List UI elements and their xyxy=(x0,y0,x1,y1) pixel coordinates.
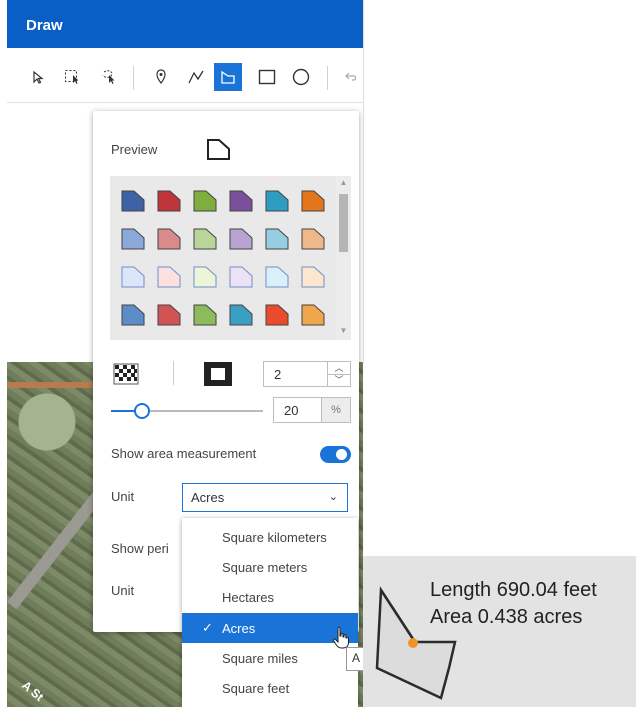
scroll-down-arrow-icon[interactable]: ▼ xyxy=(336,326,351,335)
decrement-chevron-down-icon[interactable]: ﹀ xyxy=(328,374,350,386)
fill-swatch[interactable] xyxy=(192,188,218,214)
scroll-up-arrow-icon[interactable]: ▲ xyxy=(336,178,351,187)
toggle-knob xyxy=(336,449,347,460)
draw-toolbar xyxy=(7,52,363,103)
point-tool-button[interactable] xyxy=(147,63,175,91)
checkmark-icon: ✓ xyxy=(202,620,213,635)
opacity-slider-thumb[interactable] xyxy=(134,403,151,419)
fill-swatch-palette xyxy=(110,176,336,340)
fill-swatch[interactable] xyxy=(120,226,146,252)
outline-width-stepper[interactable]: 2 ︿ ﹀ xyxy=(263,361,351,387)
fill-pattern-button[interactable] xyxy=(112,363,140,385)
rectangle-tool-button[interactable] xyxy=(253,63,281,91)
fill-swatch[interactable] xyxy=(156,188,182,214)
polygon-tool-button[interactable] xyxy=(214,63,242,91)
dropdown-option-square-feet[interactable]: Square feet xyxy=(182,673,358,703)
polyline-icon xyxy=(188,70,204,84)
fill-swatch[interactable] xyxy=(156,264,182,290)
opacity-slider[interactable] xyxy=(111,403,263,419)
fill-swatch[interactable] xyxy=(192,302,218,328)
chevron-down-icon: ⌄ xyxy=(328,491,338,503)
polygon-icon xyxy=(221,70,235,84)
opacity-unit: % xyxy=(321,398,350,422)
select-tool-button[interactable] xyxy=(24,63,52,91)
fill-swatch[interactable] xyxy=(120,302,146,328)
lasso-select-icon xyxy=(102,70,115,84)
point-icon xyxy=(156,69,166,84)
select-arrow-icon xyxy=(33,70,44,84)
draw-header: Draw xyxy=(7,0,363,48)
fill-swatch[interactable] xyxy=(228,264,254,290)
rectangle-icon xyxy=(258,69,276,85)
fill-swatch[interactable] xyxy=(120,188,146,214)
fill-swatch[interactable] xyxy=(228,226,254,252)
show-area-toggle[interactable] xyxy=(320,446,351,463)
fill-swatch[interactable] xyxy=(156,226,182,252)
toolbar-divider xyxy=(133,66,134,90)
undo-icon xyxy=(345,72,357,81)
stepper-buttons: ︿ ﹀ xyxy=(327,362,350,386)
map-road xyxy=(7,382,97,388)
area-unit-select[interactable]: Acres ⌄ xyxy=(182,483,348,512)
perimeter-unit-label: Unit xyxy=(111,583,135,598)
preview-label: Preview xyxy=(111,142,158,157)
fill-swatch[interactable] xyxy=(300,264,326,290)
lasso-select-button[interactable] xyxy=(95,63,123,91)
fill-swatch[interactable] xyxy=(264,226,290,252)
circle-tool-button[interactable] xyxy=(287,63,315,91)
fill-swatch[interactable] xyxy=(228,302,254,328)
undo-button[interactable] xyxy=(337,63,365,91)
fill-swatch[interactable] xyxy=(300,226,326,252)
area-unit-selected-value: Acres xyxy=(191,490,225,505)
dropdown-option-hectares[interactable]: Hectares xyxy=(182,582,358,612)
circle-icon xyxy=(292,68,310,86)
scroll-thumb[interactable] xyxy=(339,194,348,252)
draw-title: Draw xyxy=(26,17,63,34)
fill-swatch[interactable] xyxy=(264,188,290,214)
rectangle-select-button[interactable] xyxy=(59,63,87,91)
fill-swatch[interactable] xyxy=(192,226,218,252)
fill-swatch[interactable] xyxy=(300,188,326,214)
fill-swatch[interactable] xyxy=(156,302,182,328)
fill-swatch[interactable] xyxy=(264,264,290,290)
preview-polygon-icon xyxy=(207,139,230,160)
opacity-value[interactable]: 20 xyxy=(284,403,298,418)
outline-style-button[interactable] xyxy=(203,361,233,387)
toolbar-divider xyxy=(327,66,328,90)
show-perimeter-label: Show peri xyxy=(111,541,169,556)
fill-swatch[interactable] xyxy=(192,264,218,290)
rectangle-select-icon xyxy=(65,70,79,84)
area-unit-dropdown: Square kilometers Square meters Hectares… xyxy=(182,518,358,707)
area-measurement: Area 0.438 acres xyxy=(430,606,583,628)
area-unit-label: Unit xyxy=(111,489,135,504)
outline-width-value[interactable]: 2 xyxy=(274,367,281,382)
dropdown-option-square-meters[interactable]: Square meters xyxy=(182,552,358,582)
fill-swatch[interactable] xyxy=(228,188,254,214)
fill-swatch[interactable] xyxy=(300,302,326,328)
measurement-callout: Length 690.04 feet Area 0.438 acres xyxy=(363,556,636,707)
show-area-measurement-label: Show area measurement xyxy=(111,446,257,461)
dropdown-option-square-kilometers[interactable]: Square kilometers xyxy=(182,522,358,552)
palette-scrollbar[interactable]: ▲ ▼ xyxy=(336,176,351,340)
fill-swatch[interactable] xyxy=(264,302,290,328)
divider xyxy=(173,361,174,385)
fill-swatch[interactable] xyxy=(120,264,146,290)
opacity-input[interactable]: 20 % xyxy=(273,397,351,423)
map-street-label: A St xyxy=(19,678,47,704)
polyline-tool-button[interactable] xyxy=(182,63,210,91)
measurement-text: Length 690.04 feet Area 0.438 acres xyxy=(430,577,597,631)
length-measurement: Length 690.04 feet xyxy=(430,579,597,601)
